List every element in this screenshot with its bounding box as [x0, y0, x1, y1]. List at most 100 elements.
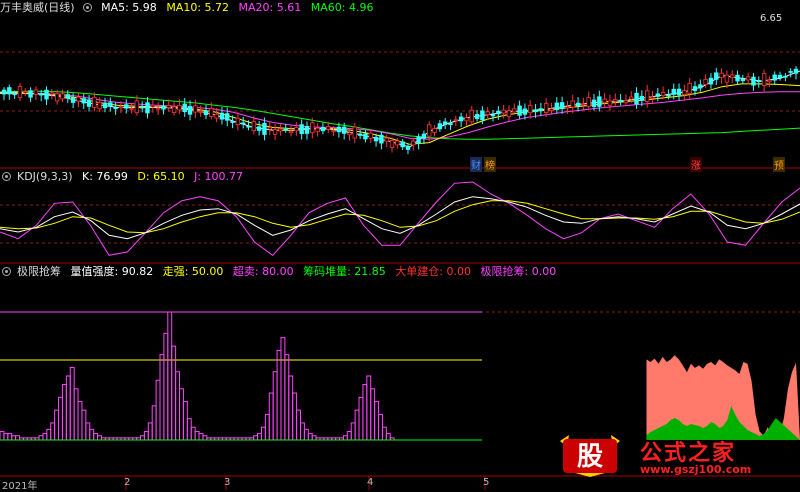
grab-bar	[379, 414, 383, 440]
candle	[342, 127, 346, 133]
grab-bar	[144, 431, 148, 440]
grab-bar	[375, 402, 379, 440]
j-label: J: 100.77	[194, 170, 243, 183]
candle	[156, 108, 160, 109]
candle	[34, 90, 38, 94]
settings-icon[interactable]	[83, 3, 92, 12]
candle	[778, 75, 782, 77]
marker-bang: 榜	[484, 157, 496, 172]
candle	[635, 93, 639, 104]
candle	[465, 118, 469, 121]
grab-bar	[281, 338, 285, 440]
candle	[236, 118, 240, 124]
grab-bar	[277, 350, 281, 440]
candle	[220, 113, 224, 119]
candle	[566, 107, 570, 108]
candle	[704, 79, 708, 84]
ma10-label: MA10: 5.72	[166, 1, 229, 14]
candle	[241, 123, 245, 124]
candle	[257, 127, 261, 131]
candle	[603, 99, 607, 102]
candle	[555, 103, 559, 110]
candle	[629, 97, 633, 99]
grab-bar	[62, 385, 66, 440]
candle	[794, 69, 798, 73]
candle	[295, 127, 299, 130]
grab-bar	[293, 393, 297, 440]
grab-bar	[98, 436, 102, 440]
candle	[82, 99, 86, 103]
candle	[539, 109, 543, 111]
grab-bar	[386, 434, 390, 440]
grab-bar	[82, 410, 86, 440]
candle	[178, 105, 182, 110]
candle	[454, 120, 458, 121]
date-label: 2	[124, 477, 130, 488]
candle	[449, 124, 453, 125]
grab-bar	[55, 410, 59, 440]
grab-bar	[74, 389, 78, 440]
candle	[741, 79, 745, 80]
candle	[194, 106, 198, 112]
grab-bar	[382, 427, 386, 440]
candle	[507, 111, 511, 117]
candle	[598, 97, 602, 107]
candle	[140, 107, 144, 108]
chart-canvas[interactable]	[0, 0, 800, 490]
grab-bar	[343, 436, 347, 440]
candle	[481, 111, 485, 120]
candle	[422, 134, 426, 138]
main-legend: 万丰奥威(日线) MA5: 5.98 MA10: 5.72 MA20: 5.61…	[0, 1, 379, 15]
candle	[385, 138, 389, 141]
date-label: 4	[367, 477, 373, 488]
candle	[50, 93, 54, 94]
grab-bar	[269, 393, 273, 440]
date-label: 3	[224, 477, 230, 488]
grab-bar	[39, 436, 43, 440]
stock-title: 万丰奥威(日线)	[0, 1, 75, 14]
candle	[310, 123, 314, 133]
candle	[109, 103, 113, 106]
candle	[619, 100, 623, 101]
candle	[699, 85, 703, 88]
candle	[396, 141, 400, 145]
grab-bar	[254, 436, 258, 440]
ma-line-ma20	[0, 92, 800, 140]
candle	[124, 105, 128, 108]
candle	[210, 108, 214, 116]
grab-bar	[176, 372, 180, 440]
candle	[29, 91, 33, 97]
grab-bar	[0, 431, 4, 440]
grab-bar	[258, 434, 262, 440]
grab-bar	[164, 333, 168, 440]
grab-bar	[16, 436, 20, 440]
candle	[369, 133, 373, 138]
candle	[667, 95, 671, 96]
extreme-grab-label: 极限抢筹: 0.00	[481, 265, 557, 278]
candle	[98, 102, 102, 108]
candle	[523, 109, 527, 114]
indicator-legend: 极限抢筹 量值强度: 90.82 走强: 50.00 超卖: 80.00 筹码堆…	[0, 265, 562, 279]
settings-icon[interactable]	[2, 172, 11, 181]
grab-bar	[90, 429, 94, 440]
settings-icon[interactable]	[2, 267, 11, 276]
candle	[475, 114, 479, 118]
candle	[263, 123, 267, 134]
candle	[13, 94, 17, 95]
candle	[247, 126, 251, 127]
candle	[757, 80, 761, 81]
candle	[762, 74, 766, 86]
candle	[502, 110, 506, 113]
grab-bar	[199, 434, 203, 440]
candle	[518, 106, 522, 115]
candle	[279, 129, 283, 131]
candle	[459, 117, 463, 121]
candle	[130, 109, 134, 110]
kdj-title: KDJ(9,3,3)	[17, 170, 73, 183]
grab-bar	[355, 410, 359, 440]
grab-bar	[4, 434, 8, 440]
candle	[39, 94, 43, 95]
candle	[268, 127, 272, 129]
strong-label: 走强: 50.00	[163, 265, 224, 278]
marker-zhang: 涨	[690, 157, 702, 172]
